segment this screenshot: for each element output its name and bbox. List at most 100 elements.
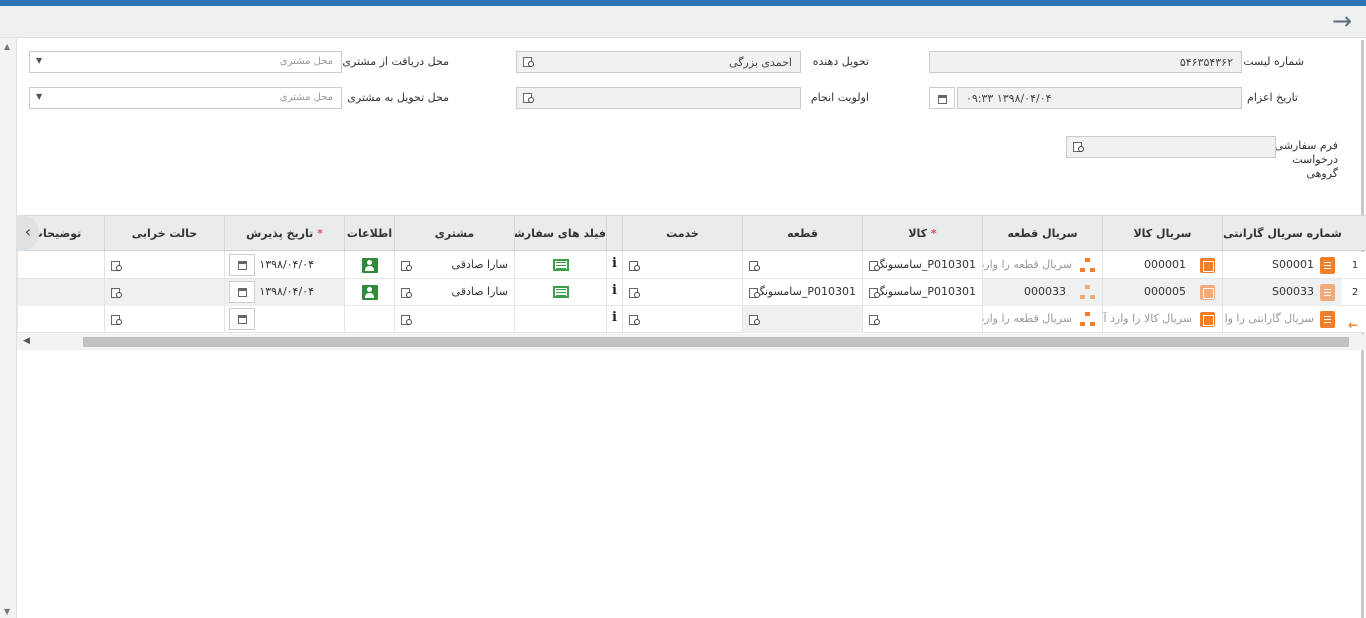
lookup-icon[interactable] bbox=[629, 287, 640, 300]
pickup-select[interactable]: ▼ محل مشتری bbox=[29, 51, 342, 73]
cell-description[interactable] bbox=[17, 306, 104, 333]
document-icon[interactable] bbox=[1320, 311, 1335, 328]
cell-warranty-serial[interactable]: سریال گارانتی را وا bbox=[1222, 306, 1342, 333]
cell-service[interactable] bbox=[622, 252, 742, 279]
cell-part[interactable]: P010301_سامسونگ bbox=[742, 279, 862, 306]
box-icon[interactable] bbox=[1200, 258, 1215, 273]
custom-form-field[interactable] bbox=[1066, 136, 1276, 158]
cell-part[interactable] bbox=[742, 306, 862, 333]
calendar-button[interactable] bbox=[229, 254, 255, 276]
cell-description[interactable] bbox=[17, 252, 104, 279]
col-warranty-serial[interactable]: شماره سریال گارانتی bbox=[1222, 216, 1342, 252]
cell-info[interactable] bbox=[344, 279, 394, 306]
cell-fault-state[interactable] bbox=[104, 252, 224, 279]
cell-custom-fields[interactable] bbox=[514, 279, 606, 306]
cell-fault-state[interactable] bbox=[104, 306, 224, 333]
cell-customer[interactable]: سارا صادقی bbox=[394, 279, 514, 306]
form-icon[interactable] bbox=[553, 259, 569, 271]
cell-service[interactable] bbox=[622, 306, 742, 333]
lookup-icon[interactable] bbox=[401, 314, 412, 327]
col-accept-date[interactable]: * تاریخ پذیرش bbox=[224, 216, 344, 252]
dropoff-select[interactable]: ▼ محل مشتری bbox=[29, 87, 342, 109]
lookup-icon[interactable] bbox=[523, 56, 534, 69]
horizontal-scroll-thumb[interactable] bbox=[83, 337, 1349, 347]
cell-accept-date[interactable]: ۱۳۹۸/۰۴/۰۴ bbox=[224, 252, 344, 279]
lookup-icon[interactable] bbox=[869, 314, 880, 327]
scroll-down-icon[interactable]: ▼ bbox=[4, 607, 10, 616]
deliverer-field[interactable]: احمدی بزرگی bbox=[516, 51, 801, 73]
lookup-icon[interactable] bbox=[869, 260, 880, 273]
col-part[interactable]: قطعه bbox=[742, 216, 862, 252]
info-icon[interactable]: i bbox=[612, 310, 617, 325]
dispatch-date-calendar-button[interactable] bbox=[929, 87, 955, 109]
col-goods-serial[interactable]: سریال کالا bbox=[1102, 216, 1222, 252]
info-icon[interactable]: i bbox=[612, 283, 617, 298]
document-icon[interactable] bbox=[1320, 257, 1335, 274]
document-icon[interactable] bbox=[1320, 284, 1335, 301]
lookup-icon[interactable] bbox=[629, 314, 640, 327]
col-goods[interactable]: * کالا bbox=[862, 216, 982, 252]
dispatch-date-field[interactable]: ۱۳۹۸/۰۴/۰۴ ۰۹:۳۳ bbox=[957, 87, 1242, 109]
lookup-icon[interactable] bbox=[523, 92, 534, 105]
list-number-field[interactable]: ۵۴۶۳۵۴۳۶۲ bbox=[929, 51, 1242, 73]
col-fault-state[interactable]: حالت خرابی bbox=[104, 216, 224, 252]
cell-goods-serial[interactable]: 000001 bbox=[1102, 252, 1222, 279]
cell-info-button[interactable]: i bbox=[606, 279, 622, 306]
col-customer[interactable]: مشتری bbox=[394, 216, 514, 252]
lookup-icon[interactable] bbox=[1073, 141, 1084, 154]
horizontal-scrollbar[interactable]: ◀ bbox=[17, 334, 1366, 350]
cell-warranty-serial[interactable]: S00033 bbox=[1222, 279, 1342, 306]
info-icon[interactable]: i bbox=[612, 256, 617, 271]
cell-customer[interactable]: سارا صادقی bbox=[394, 252, 514, 279]
cell-part[interactable] bbox=[742, 252, 862, 279]
calendar-button[interactable] bbox=[229, 281, 255, 303]
form-icon[interactable] bbox=[553, 286, 569, 298]
lookup-icon[interactable] bbox=[749, 314, 760, 327]
lookup-icon[interactable] bbox=[749, 287, 760, 300]
lookup-icon[interactable] bbox=[111, 287, 122, 300]
tree-icon[interactable] bbox=[1080, 312, 1095, 327]
cell-info-button[interactable]: i bbox=[606, 306, 622, 333]
scroll-left-icon[interactable]: ◀ bbox=[23, 336, 30, 346]
cell-info[interactable] bbox=[344, 306, 394, 333]
lookup-icon[interactable] bbox=[111, 260, 122, 273]
cell-service[interactable] bbox=[622, 279, 742, 306]
table-row[interactable]: 1 S00001 000001 سریال قطعه را وارد P0103… bbox=[17, 252, 1366, 279]
person-icon[interactable] bbox=[362, 258, 378, 273]
lookup-icon[interactable] bbox=[401, 260, 412, 273]
col-custom-fields[interactable]: فیلد های سفارشی bbox=[514, 216, 606, 252]
priority-field[interactable] bbox=[516, 87, 801, 109]
cell-goods[interactable]: P010301_سامسونگ bbox=[862, 279, 982, 306]
cell-custom-fields[interactable] bbox=[514, 252, 606, 279]
lookup-icon[interactable] bbox=[869, 287, 880, 300]
vertical-scrollbar[interactable]: ▲ ▼ bbox=[0, 38, 17, 618]
col-part-serial[interactable]: سریال قطعه bbox=[982, 216, 1102, 252]
cell-warranty-serial[interactable]: S00001 bbox=[1222, 252, 1342, 279]
cell-accept-date[interactable] bbox=[224, 306, 344, 333]
tree-icon[interactable] bbox=[1080, 258, 1095, 273]
calendar-button[interactable] bbox=[229, 308, 255, 330]
cell-customer[interactable] bbox=[394, 306, 514, 333]
new-item-row[interactable]: ← سریال گارانتی را وا سریال کالا را وارد… bbox=[17, 306, 1366, 333]
cell-goods[interactable] bbox=[862, 306, 982, 333]
cell-accept-date[interactable]: ۱۳۹۸/۰۴/۰۴ bbox=[224, 279, 344, 306]
col-info[interactable]: اطلاعات bbox=[344, 216, 394, 252]
chevron-down-icon[interactable]: ▼ bbox=[36, 92, 42, 101]
lookup-icon[interactable] bbox=[629, 260, 640, 273]
back-arrow-icon[interactable]: → bbox=[1328, 8, 1356, 34]
lookup-icon[interactable] bbox=[111, 314, 122, 327]
lookup-icon[interactable] bbox=[749, 260, 760, 273]
box-icon[interactable] bbox=[1200, 312, 1215, 327]
tree-icon[interactable] bbox=[1080, 285, 1095, 300]
scroll-up-icon[interactable]: ▲ bbox=[4, 42, 10, 51]
cell-goods[interactable]: P010301_سامسونگ bbox=[862, 252, 982, 279]
cell-fault-state[interactable] bbox=[104, 279, 224, 306]
cell-info-button[interactable]: i bbox=[606, 252, 622, 279]
chevron-down-icon[interactable]: ▼ bbox=[36, 56, 42, 65]
lookup-icon[interactable] bbox=[401, 287, 412, 300]
cell-custom-fields[interactable] bbox=[514, 306, 606, 333]
cell-part-serial[interactable]: سریال قطعه را وارد bbox=[982, 306, 1102, 333]
cell-goods-serial[interactable]: سریال کالا را وارد آ bbox=[1102, 306, 1222, 333]
table-row[interactable]: 2 S00033 000005 000033 P010301_سامسونگ P… bbox=[17, 279, 1366, 306]
cell-goods-serial[interactable]: 000005 bbox=[1102, 279, 1222, 306]
